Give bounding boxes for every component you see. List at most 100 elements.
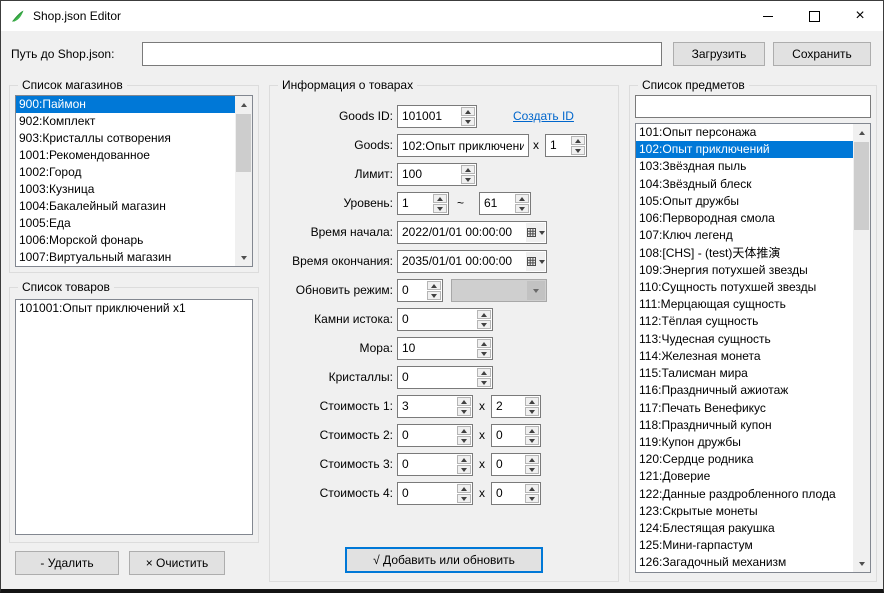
cost2-id-spinner-up-button[interactable] <box>457 426 471 435</box>
goods-id-spinner-up-button[interactable] <box>461 107 475 116</box>
crystals-spinner[interactable]: 0 <box>397 366 493 389</box>
cost3-count-spinner-down-button[interactable] <box>525 465 539 474</box>
limit-spinner[interactable]: 100 <box>397 163 477 186</box>
list-item[interactable]: 112:Тёплая сущность <box>636 313 853 330</box>
path-input[interactable] <box>142 42 662 66</box>
list-item[interactable]: 1006:Морской фонарь <box>16 232 235 249</box>
list-item[interactable]: 117:Печать Венефикус <box>636 400 853 417</box>
goods-id-spinner-down-button[interactable] <box>461 117 475 126</box>
cost3-count-spinner[interactable]: 0 <box>491 453 541 476</box>
list-item[interactable]: 113:Чудесная сущность <box>636 331 853 348</box>
cost3-id-spinner[interactable]: 0 <box>397 453 473 476</box>
maximize-button[interactable] <box>791 1 837 31</box>
crystals-spinner-down-button[interactable] <box>477 378 491 387</box>
scroll-down-button[interactable] <box>853 555 870 572</box>
add-or-update-button[interactable]: √ Добавить или обновить <box>345 547 543 573</box>
items-search-input[interactable] <box>635 95 871 118</box>
cost2-id-spinner-down-button[interactable] <box>457 436 471 445</box>
cost1-id-spinner-down-button[interactable] <box>457 407 471 416</box>
cost4-count-spinner-up-button[interactable] <box>525 484 539 493</box>
refresh-mode-spinner[interactable]: 0 <box>397 279 443 302</box>
primogems-spinner[interactable]: 0 <box>397 308 493 331</box>
refresh-mode-spinner-up-button[interactable] <box>427 281 441 290</box>
delete-button[interactable]: - Удалить <box>15 551 119 575</box>
list-item[interactable]: 903:Кристаллы сотворения <box>16 130 235 147</box>
list-item[interactable]: 900:Паймон <box>16 96 235 113</box>
cost2-id-spinner[interactable]: 0 <box>397 424 473 447</box>
end-time-picker-dropdown-button[interactable] <box>526 252 545 271</box>
list-item[interactable]: 107:Ключ легенд <box>636 227 853 244</box>
goods-id-spinner[interactable]: 101001 <box>397 105 477 128</box>
list-item[interactable]: 104:Звёздный блеск <box>636 176 853 193</box>
begin-time-picker-dropdown-button[interactable] <box>526 223 545 242</box>
list-item[interactable]: 125:Мини-гарпастум <box>636 537 853 554</box>
limit-spinner-down-button[interactable] <box>461 175 475 184</box>
cost1-id-spinner[interactable]: 3 <box>397 395 473 418</box>
primogems-spinner-up-button[interactable] <box>477 310 491 319</box>
shops-listbox[interactable]: 900:Паймон902:Комплект903:Кристаллы сотв… <box>15 95 253 267</box>
create-id-link[interactable]: Создать ID <box>513 109 574 123</box>
cost4-id-spinner-down-button[interactable] <box>457 494 471 503</box>
cost2-count-spinner-down-button[interactable] <box>525 436 539 445</box>
list-item[interactable]: 105:Опыт дружбы <box>636 193 853 210</box>
cost3-id-spinner-down-button[interactable] <box>457 465 471 474</box>
list-item[interactable]: 115:Талисман мира <box>636 365 853 382</box>
list-item[interactable]: 902:Комплект <box>16 113 235 130</box>
list-item[interactable]: 101:Опыт персонажа <box>636 124 853 141</box>
refresh-mode-spinner-down-button[interactable] <box>427 291 441 300</box>
scroll-thumb[interactable] <box>236 114 251 172</box>
cost1-count-spinner[interactable]: 2 <box>491 395 541 418</box>
level-max-spinner-down-button[interactable] <box>515 204 529 213</box>
goods-count-spinner-down-button[interactable] <box>571 146 585 155</box>
end-time-picker[interactable]: 2035/01/01 00:00:00 <box>397 250 547 273</box>
list-item[interactable]: 121:Доверие <box>636 468 853 485</box>
shops-scrollbar[interactable] <box>235 96 252 266</box>
close-button[interactable]: × <box>837 1 883 31</box>
list-item[interactable]: 108:[CHS] - (test)天体推演 <box>636 245 853 262</box>
cost1-count-spinner-up-button[interactable] <box>525 397 539 406</box>
scroll-up-button[interactable] <box>853 124 870 141</box>
goods-listbox[interactable]: 101001:Опыт приключений x1 <box>15 299 253 535</box>
load-button[interactable]: Загрузить <box>673 42 765 66</box>
list-item[interactable]: 120:Сердце родника <box>636 451 853 468</box>
list-item[interactable]: 122:Данные раздробленного плода <box>636 486 853 503</box>
list-item[interactable]: 101001:Опыт приключений x1 <box>16 300 252 317</box>
level-max-spinner[interactable]: 61 <box>479 192 531 215</box>
limit-spinner-up-button[interactable] <box>461 165 475 174</box>
list-item[interactable]: 1005:Еда <box>16 215 235 232</box>
cost4-id-spinner-up-button[interactable] <box>457 484 471 493</box>
goods-input[interactable] <box>397 134 529 157</box>
list-item[interactable]: 123:Скрытые монеты <box>636 503 853 520</box>
begin-time-picker[interactable]: 2022/01/01 00:00:00 <box>397 221 547 244</box>
items-listbox[interactable]: 101:Опыт персонажа102:Опыт приключений10… <box>635 123 871 573</box>
level-min-spinner-down-button[interactable] <box>433 204 447 213</box>
list-item[interactable]: 1001:Рекомендованное <box>16 147 235 164</box>
primogems-spinner-down-button[interactable] <box>477 320 491 329</box>
list-item[interactable]: 103:Звёздная пыль <box>636 158 853 175</box>
scroll-down-button[interactable] <box>235 249 252 266</box>
list-item[interactable]: 1002:Город <box>16 164 235 181</box>
cost1-count-spinner-down-button[interactable] <box>525 407 539 416</box>
list-item[interactable]: 118:Праздничный купон <box>636 417 853 434</box>
crystals-spinner-up-button[interactable] <box>477 368 491 377</box>
save-button[interactable]: Сохранить <box>773 42 871 66</box>
cost4-count-spinner[interactable]: 0 <box>491 482 541 505</box>
cost2-count-spinner[interactable]: 0 <box>491 424 541 447</box>
list-item[interactable]: 126:Загадочный механизм <box>636 554 853 571</box>
cost3-id-spinner-up-button[interactable] <box>457 455 471 464</box>
list-item[interactable]: 119:Купон дружбы <box>636 434 853 451</box>
mora-spinner-down-button[interactable] <box>477 349 491 358</box>
cost3-count-spinner-up-button[interactable] <box>525 455 539 464</box>
goods-count-spinner[interactable]: 1 <box>545 134 587 157</box>
list-item[interactable]: 110:Сущность потухшей звезды <box>636 279 853 296</box>
level-max-spinner-up-button[interactable] <box>515 194 529 203</box>
list-item[interactable]: 102:Опыт приключений <box>636 141 853 158</box>
mora-spinner-up-button[interactable] <box>477 339 491 348</box>
cost4-id-spinner[interactable]: 0 <box>397 482 473 505</box>
list-item[interactable]: 106:Первородная смола <box>636 210 853 227</box>
goods-count-spinner-up-button[interactable] <box>571 136 585 145</box>
clear-button[interactable]: × Очистить <box>129 551 225 575</box>
level-min-spinner[interactable]: 1 <box>397 192 449 215</box>
cost2-count-spinner-up-button[interactable] <box>525 426 539 435</box>
list-item[interactable]: 1007:Виртуальный магазин <box>16 249 235 266</box>
